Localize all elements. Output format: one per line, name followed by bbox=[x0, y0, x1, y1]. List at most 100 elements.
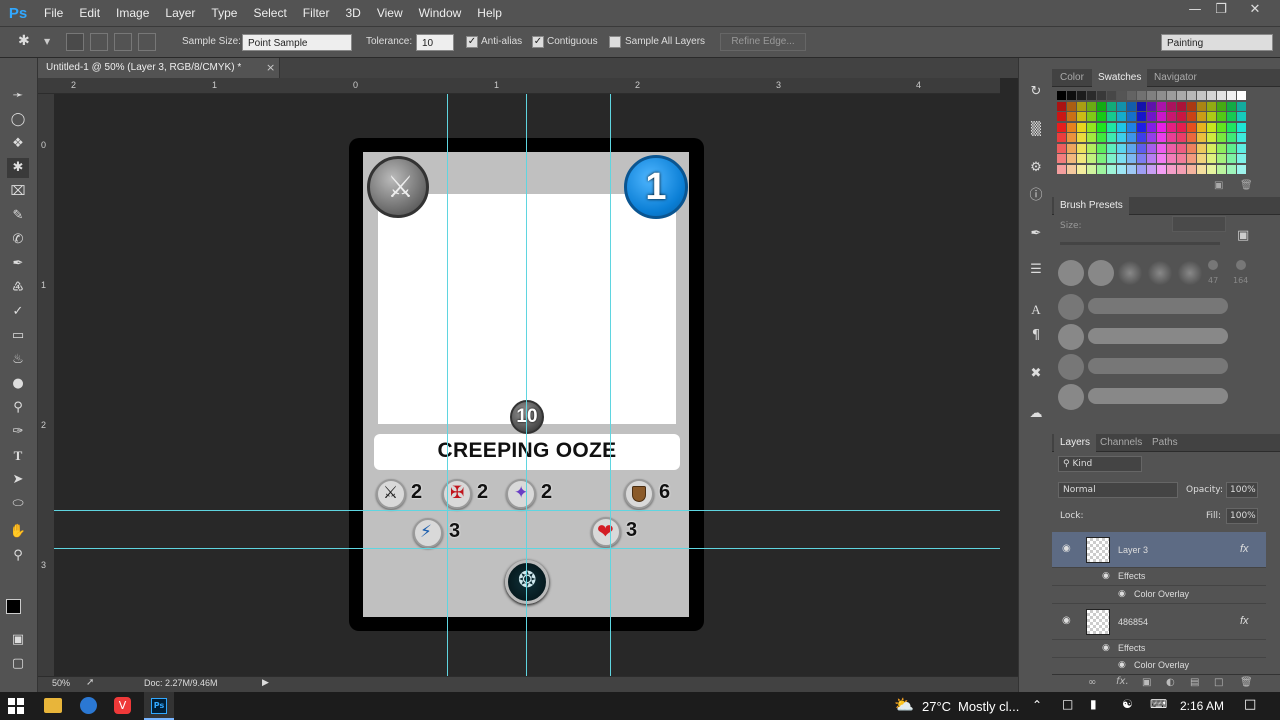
color-swatch[interactable] bbox=[1207, 101, 1216, 111]
color-swatch[interactable] bbox=[1197, 133, 1206, 142]
document-tab[interactable]: Untitled-1 @ 50% (Layer 3, RGB/8/CMYK) *… bbox=[38, 58, 280, 78]
color-swatch[interactable] bbox=[1167, 143, 1176, 153]
edge-browser-icon[interactable] bbox=[80, 697, 97, 714]
workspace-select[interactable]: Painting bbox=[1161, 34, 1273, 51]
layer-effects-row[interactable]: ◉ Effects bbox=[1052, 640, 1266, 658]
guide-vertical[interactable] bbox=[526, 94, 527, 676]
color-swatch[interactable] bbox=[1177, 91, 1186, 100]
menu-edit[interactable]: Edit bbox=[71, 0, 108, 26]
color-swatch[interactable] bbox=[1237, 143, 1246, 153]
tab-channels[interactable]: Channels bbox=[1094, 434, 1148, 452]
color-swatch[interactable] bbox=[1237, 91, 1246, 100]
color-swatch[interactable] bbox=[1127, 101, 1136, 111]
color-swatch[interactable] bbox=[1177, 164, 1186, 174]
tab-brush-presets[interactable]: Brush Presets bbox=[1054, 197, 1129, 215]
effect-eye-icon[interactable]: ◉ bbox=[1102, 643, 1110, 653]
color-swatch[interactable] bbox=[1067, 91, 1076, 100]
ellipse-tool-icon[interactable]: ⬭ bbox=[7, 494, 29, 514]
color-swatch[interactable] bbox=[1107, 112, 1116, 121]
refine-edge-button[interactable]: Refine Edge... bbox=[720, 33, 806, 51]
color-swatch[interactable] bbox=[1087, 154, 1096, 163]
color-swatch[interactable] bbox=[1107, 122, 1116, 132]
color-swatch[interactable] bbox=[1237, 154, 1246, 163]
color-swatch[interactable] bbox=[1217, 101, 1226, 111]
color-swatch[interactable] bbox=[1227, 101, 1236, 111]
brush-panel-icon[interactable]: ✒ bbox=[1025, 224, 1047, 244]
brush-tips-row[interactable]: 47 164 bbox=[1056, 258, 1256, 288]
color-swatch[interactable] bbox=[1147, 164, 1156, 174]
brush-size-input[interactable] bbox=[1172, 216, 1226, 232]
menu-type[interactable]: Type bbox=[203, 0, 245, 26]
color-swatch[interactable] bbox=[1077, 91, 1086, 100]
layer-effect-item[interactable]: ◉ Color Overlay bbox=[1052, 586, 1266, 604]
color-swatch[interactable] bbox=[1077, 154, 1086, 163]
close-tab-icon[interactable]: × bbox=[266, 61, 275, 74]
color-swatch[interactable] bbox=[1187, 122, 1196, 132]
color-swatch[interactable] bbox=[1117, 112, 1126, 121]
color-swatch[interactable] bbox=[1057, 112, 1066, 121]
color-swatch[interactable] bbox=[1077, 122, 1086, 132]
dodge-tool-icon[interactable]: ⚲ bbox=[7, 398, 29, 418]
menu-3d[interactable]: 3D bbox=[337, 0, 368, 26]
color-swatch[interactable] bbox=[1107, 101, 1116, 111]
color-swatch[interactable] bbox=[1217, 154, 1226, 163]
color-swatch[interactable] bbox=[1137, 154, 1146, 163]
color-swatch[interactable] bbox=[1157, 91, 1166, 100]
color-swatch[interactable] bbox=[1137, 101, 1146, 111]
color-swatch[interactable] bbox=[1117, 133, 1126, 142]
guide-vertical[interactable] bbox=[610, 94, 611, 676]
color-swatch[interactable] bbox=[1227, 91, 1236, 100]
color-swatch[interactable] bbox=[1227, 143, 1236, 153]
windows-start-icon[interactable] bbox=[8, 698, 24, 714]
color-swatch[interactable] bbox=[1087, 133, 1096, 142]
color-swatch[interactable] bbox=[1187, 91, 1196, 100]
color-swatch[interactable] bbox=[1177, 154, 1186, 163]
guide-horizontal[interactable] bbox=[54, 510, 1000, 511]
color-swatch[interactable] bbox=[1197, 164, 1206, 174]
color-swatch[interactable] bbox=[1117, 154, 1126, 163]
swatch-grid[interactable] bbox=[1057, 91, 1247, 177]
color-swatch[interactable] bbox=[1237, 101, 1246, 111]
color-swatch[interactable] bbox=[1147, 112, 1156, 121]
color-swatch[interactable] bbox=[1167, 122, 1176, 132]
color-swatch[interactable] bbox=[1087, 91, 1096, 100]
menu-view[interactable]: View bbox=[369, 0, 411, 26]
menu-image[interactable]: Image bbox=[108, 0, 157, 26]
color-swatch[interactable] bbox=[1227, 154, 1236, 163]
new-selection-icon[interactable] bbox=[66, 33, 84, 51]
color-swatch[interactable] bbox=[1187, 133, 1196, 142]
add-mask-icon[interactable]: ▣ bbox=[1142, 677, 1151, 688]
wifi-icon[interactable]: ☯ bbox=[1122, 697, 1133, 711]
character-panel-icon[interactable]: A bbox=[1025, 300, 1047, 320]
magic-wand-tool-icon[interactable]: ✱ bbox=[18, 33, 34, 49]
vivaldi-icon[interactable]: V bbox=[114, 697, 131, 714]
quick-mask-icon[interactable]: ▣ bbox=[7, 630, 29, 650]
blend-mode-select[interactable]: Normal bbox=[1058, 482, 1178, 498]
color-swatch[interactable] bbox=[1227, 112, 1236, 121]
color-swatch[interactable] bbox=[1167, 133, 1176, 142]
color-swatch[interactable] bbox=[1127, 122, 1136, 132]
color-swatch[interactable] bbox=[1217, 143, 1226, 153]
color-swatch[interactable] bbox=[1107, 164, 1116, 174]
color-swatch[interactable] bbox=[1217, 112, 1226, 121]
tab-paths[interactable]: Paths bbox=[1146, 434, 1184, 452]
hand-tool-icon[interactable]: ✋ bbox=[7, 522, 29, 542]
marquee-tool-icon[interactable]: ◯ bbox=[7, 110, 29, 130]
battery-icon[interactable]: ▮ bbox=[1090, 697, 1097, 711]
clone-stamp-icon[interactable]: ♶ bbox=[7, 278, 29, 298]
color-swatch[interactable] bbox=[1197, 143, 1206, 153]
color-swatch[interactable] bbox=[1137, 143, 1146, 153]
eyedropper-tool-icon[interactable]: ✎ bbox=[7, 206, 29, 226]
color-swatch[interactable] bbox=[1127, 154, 1136, 163]
tab-layers[interactable]: Layers bbox=[1054, 434, 1097, 452]
color-swatch[interactable] bbox=[1137, 91, 1146, 100]
color-swatch[interactable] bbox=[1177, 112, 1186, 121]
notifications-icon[interactable]: □ bbox=[1244, 697, 1256, 712]
add-style-icon[interactable]: fx. bbox=[1116, 676, 1129, 687]
color-swatch[interactable] bbox=[1097, 112, 1106, 121]
color-swatch[interactable] bbox=[1127, 164, 1136, 174]
color-swatch[interactable] bbox=[1147, 101, 1156, 111]
color-swatch[interactable] bbox=[1067, 164, 1076, 174]
color-swatch[interactable] bbox=[1057, 101, 1066, 111]
color-swatch[interactable] bbox=[1187, 164, 1196, 174]
